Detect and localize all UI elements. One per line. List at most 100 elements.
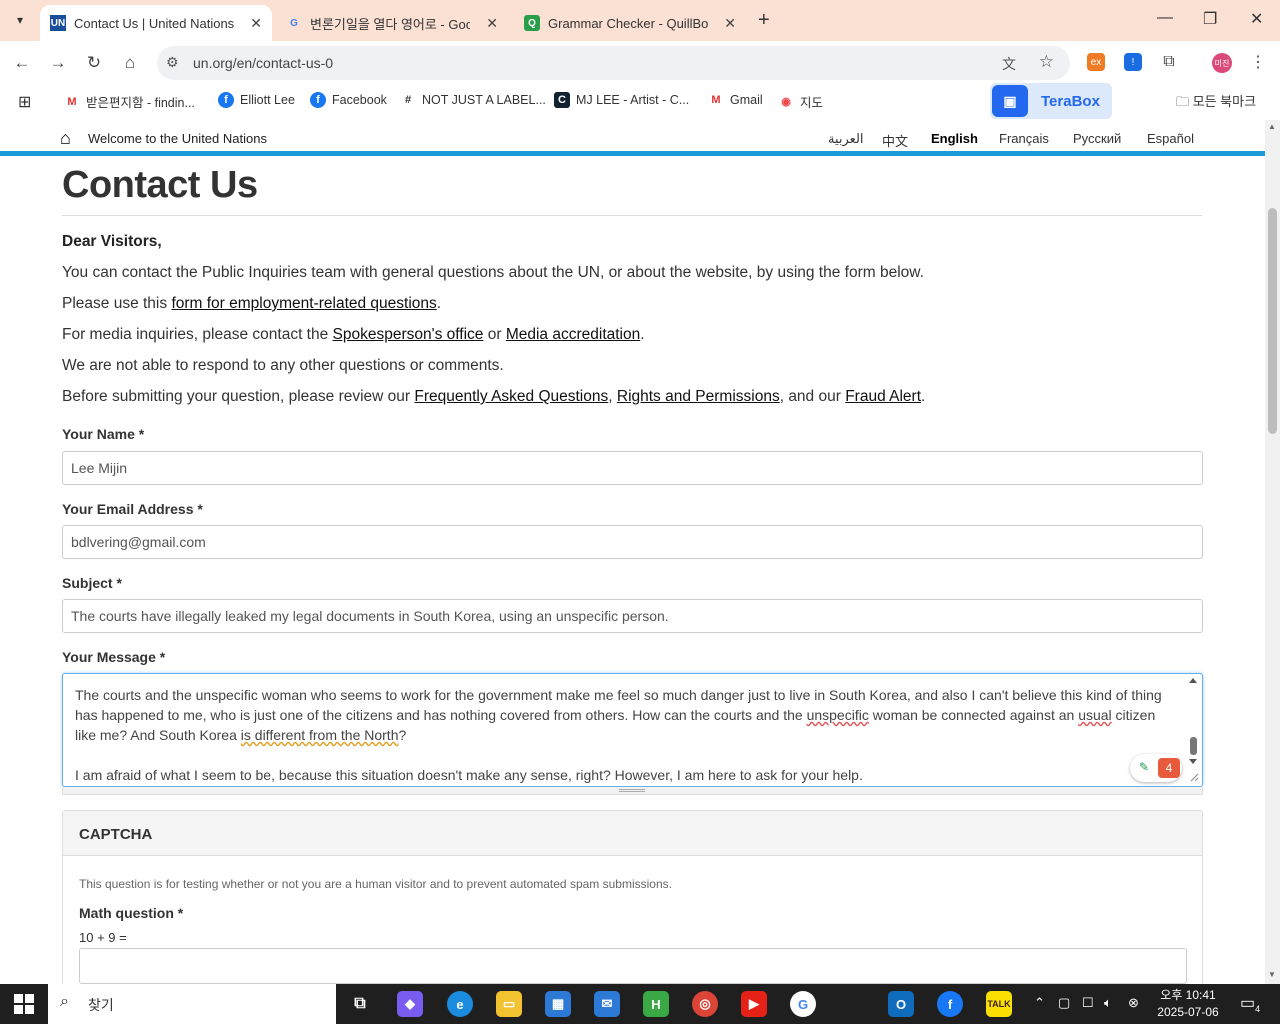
network-icon[interactable]: ☐ [1082, 995, 1094, 1011]
bookmark-maps[interactable]: ◉ 지도 [778, 92, 823, 111]
bookmark-not-just-a-label[interactable]: # NOT JUST A LABEL... [400, 92, 546, 108]
lang-russian[interactable]: Русский [1073, 131, 1121, 146]
edge-icon[interactable]: e [447, 991, 473, 1017]
address-bar[interactable]: ⚙ un.org/en/contact-us-0 文 ☆ [157, 46, 1070, 80]
copilot-icon[interactable]: ◆ [397, 991, 423, 1017]
text: . [436, 295, 442, 312]
tray-chevron-icon[interactable]: ⌃ [1034, 995, 1045, 1011]
mail-icon[interactable]: ✉ [594, 991, 620, 1017]
terabox-button[interactable]: ▣ TeraBox [990, 83, 1112, 119]
translate-icon[interactable]: 文 [1002, 54, 1016, 74]
textarea-resize-grip[interactable] [62, 787, 1203, 795]
scroll-up-icon[interactable]: ▲ [1268, 122, 1276, 131]
bookmark-inbox[interactable]: M 받은편지함 - findin... [64, 92, 195, 111]
grammar-highlight[interactable]: is different from the North [241, 727, 399, 743]
close-tab-icon[interactable]: ✕ [486, 15, 498, 32]
name-field[interactable]: Lee Mijin [62, 451, 1203, 485]
tab-google-search[interactable]: G 변론기일을 열다 영어로 - Goo ✕ [276, 5, 508, 41]
extension-ex-icon[interactable]: ex [1087, 53, 1105, 71]
tab-contact-us[interactable]: UN Contact Us | United Nations ✕ [40, 5, 272, 41]
outlook-icon[interactable]: O [888, 991, 914, 1017]
scrollbar-thumb[interactable] [1268, 208, 1277, 434]
all-bookmarks[interactable]: 🗀 모든 북마크 [1176, 91, 1256, 115]
page-scrollbar[interactable]: ▲ ▼ [1265, 120, 1280, 984]
lang-spanish[interactable]: Español [1147, 131, 1194, 146]
bookmark-label: NOT JUST A LABEL... [422, 93, 546, 107]
tray-device-icon[interactable]: ▢ [1058, 995, 1070, 1011]
spelling-highlight[interactable]: usual [1078, 707, 1111, 723]
close-window-icon[interactable]: ✕ [1250, 9, 1263, 29]
windows-start-icon[interactable] [14, 994, 34, 1014]
bookmark-elliott-lee[interactable]: f Elliott Lee [218, 92, 295, 108]
home-icon[interactable]: ⌂ [118, 53, 142, 73]
kakaotalk-icon[interactable]: TALK [986, 991, 1012, 1017]
tab-title: 변론기일을 열다 영어로 - Goo [310, 16, 470, 32]
tab-quillbot[interactable]: Q Grammar Checker - QuillBot A ✕ [514, 5, 746, 41]
spokesperson-link[interactable]: Spokesperson's office [333, 326, 484, 343]
bookmark-star-icon[interactable]: ☆ [1039, 52, 1054, 72]
tab-strip: ▾ UN Contact Us | United Nations ✕ G 변론기… [0, 0, 1280, 41]
text: For media inquiries, please contact the [62, 326, 333, 343]
hangul-icon[interactable]: H [643, 991, 669, 1017]
spelling-highlight[interactable]: unspecific [807, 707, 869, 723]
bookmark-label: Elliott Lee [240, 93, 295, 107]
task-view-icon[interactable]: ⧉ [347, 991, 373, 1017]
lang-english[interactable]: English [931, 131, 978, 146]
rights-permissions-link[interactable]: Rights and Permissions [617, 388, 780, 405]
gmail-icon: M [711, 94, 721, 106]
close-tab-icon[interactable]: ✕ [724, 15, 736, 32]
chrome-menu-icon[interactable]: ⋮ [1249, 53, 1267, 71]
email-field[interactable]: bdlvering@gmail.com [62, 525, 1203, 559]
lang-arabic[interactable]: العربية [828, 131, 864, 147]
subject-field[interactable]: The courts have illegally leaked my lega… [62, 599, 1203, 633]
search-icon: ⌕ [60, 993, 69, 1010]
status-x-icon[interactable]: ⊗ [1128, 995, 1139, 1011]
reload-icon[interactable]: ↻ [82, 53, 106, 73]
volume-icon[interactable]: 🔈︎ [1104, 995, 1112, 1011]
bookmark-gmail[interactable]: M Gmail [708, 92, 762, 108]
system-clock[interactable]: 오후 10:41 2025-07-06 [1148, 987, 1228, 1021]
map-pin-icon: ◉ [781, 96, 791, 108]
bookmark-label: 받은편지함 - findin... [86, 96, 195, 110]
new-tab-icon[interactable]: + [758, 9, 770, 32]
facebook-icon[interactable]: f [937, 991, 963, 1017]
bookmark-mj-lee[interactable]: C MJ LEE - Artist - C... [554, 92, 689, 108]
facebook-icon: f [218, 92, 234, 108]
profile-avatar[interactable]: 미진 [1212, 53, 1232, 73]
scroll-down-icon[interactable]: ▼ [1268, 970, 1276, 979]
url-text[interactable]: un.org/en/contact-us-0 [193, 55, 333, 71]
lang-chinese[interactable]: 中文 [882, 131, 908, 150]
youtube-icon[interactable]: ▶ [741, 991, 767, 1017]
notification-center-icon[interactable]: ▭4 [1240, 993, 1260, 1014]
close-tab-icon[interactable]: ✕ [250, 15, 262, 32]
welcome-link[interactable]: Welcome to the United Nations [88, 131, 267, 146]
restore-icon[interactable]: ❐ [1203, 9, 1217, 29]
hash-icon: # [404, 94, 412, 106]
media-accreditation-link[interactable]: Media accreditation [506, 326, 640, 343]
fraud-alert-link[interactable]: Fraud Alert [845, 388, 921, 405]
taskbar-search[interactable]: ⌕ 찾기 [48, 984, 336, 1024]
math-answer-field[interactable] [79, 948, 1187, 984]
bookmark-facebook[interactable]: f Facebook [310, 92, 387, 108]
file-explorer-icon[interactable]: ▭ [496, 991, 522, 1017]
extension-shield-icon[interactable]: ! [1124, 53, 1142, 71]
quillbot-badge[interactable]: ✎ 4 [1130, 754, 1182, 782]
employment-form-link[interactable]: form for employment-related questions [171, 295, 436, 312]
apps-grid-icon[interactable]: ⊞ [18, 92, 31, 112]
back-icon[interactable]: ← [10, 53, 34, 73]
textarea-scrollbar[interactable] [1187, 677, 1199, 783]
minimize-icon[interactable]: — [1157, 9, 1173, 27]
store-icon[interactable]: ▦ [545, 991, 571, 1017]
message-textarea[interactable]: The courts and the unspecific woman who … [62, 673, 1203, 787]
page-title: Contact Us [62, 164, 258, 206]
tab-search-icon[interactable]: ▾ [8, 8, 32, 32]
site-info-icon[interactable]: ⚙ [166, 54, 179, 71]
google-icon[interactable]: G [790, 991, 816, 1017]
faq-link[interactable]: Frequently Asked Questions [414, 388, 608, 405]
notification-count: 4 [1255, 1004, 1261, 1015]
lang-french[interactable]: Français [999, 131, 1049, 146]
extensions-puzzle-icon[interactable]: ⧉ [1160, 53, 1178, 71]
forward-icon[interactable]: → [46, 53, 70, 73]
home-icon[interactable]: ⌂ [60, 128, 71, 149]
chrome-icon[interactable]: ◎ [692, 991, 718, 1017]
